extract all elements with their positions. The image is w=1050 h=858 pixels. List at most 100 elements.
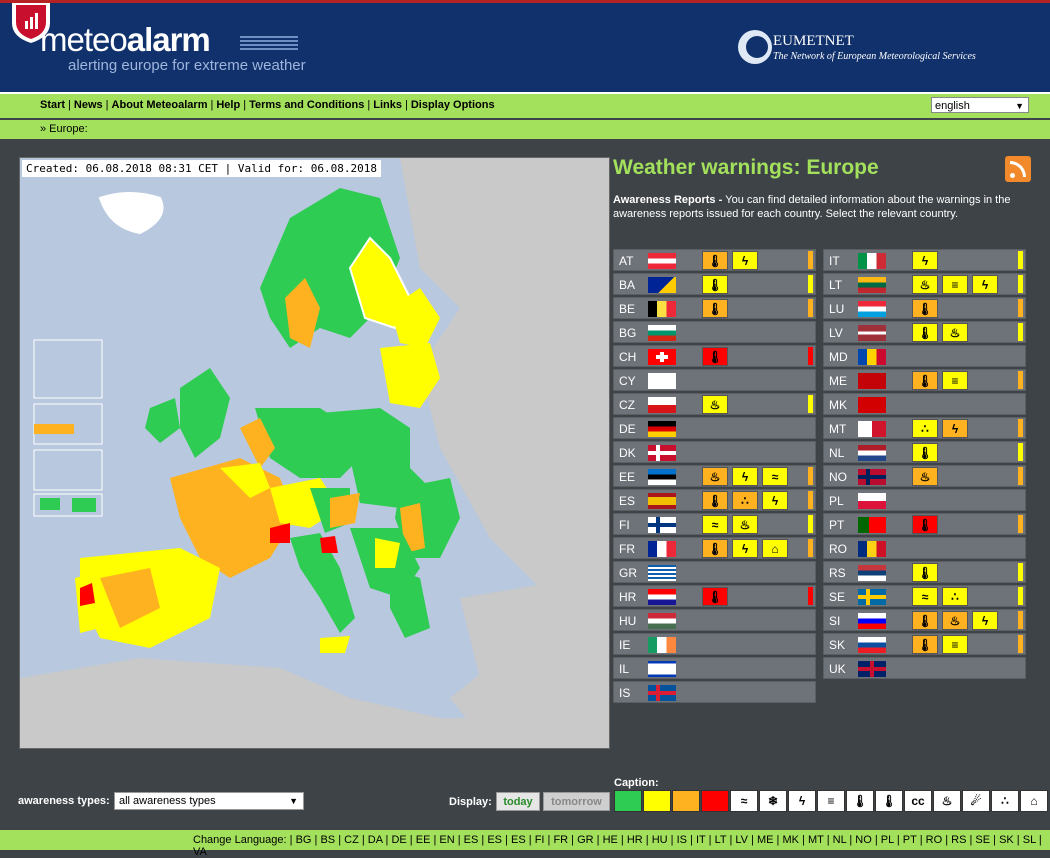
country-row-lt[interactable]: LT ♨ ≡ ϟ bbox=[823, 273, 1026, 295]
country-row-rs[interactable]: RS 🌡 bbox=[823, 561, 1026, 583]
warning-icon[interactable]: 🌡 bbox=[912, 515, 938, 534]
country-row-es[interactable]: ES 🌡 ∴ ϟ bbox=[613, 489, 816, 511]
warning-icon[interactable]: ≡ bbox=[942, 275, 968, 294]
today-button[interactable]: today bbox=[496, 792, 540, 811]
logo-text[interactable]: meteoalarm bbox=[40, 22, 211, 58]
country-row-cy[interactable]: CY bbox=[613, 369, 816, 391]
language-link[interactable]: FI bbox=[535, 834, 545, 846]
country-row-si[interactable]: SI 🌡 ♨ ϟ bbox=[823, 609, 1026, 631]
warning-icon[interactable]: 🌡 bbox=[702, 539, 728, 558]
country-row-mk[interactable]: MK bbox=[823, 393, 1026, 415]
country-row-be[interactable]: BE 🌡 bbox=[613, 297, 816, 319]
country-row-hr[interactable]: HR 🌡 bbox=[613, 585, 816, 607]
country-row-pl[interactable]: PL bbox=[823, 489, 1026, 511]
country-row-sk[interactable]: SK 🌡 ≡ bbox=[823, 633, 1026, 655]
language-link[interactable]: RS bbox=[951, 834, 966, 846]
warning-icon[interactable]: ≡ bbox=[942, 635, 968, 654]
nav-links[interactable]: Links bbox=[373, 99, 402, 111]
language-link[interactable]: RO bbox=[926, 834, 943, 846]
warning-icon[interactable]: 🌡 bbox=[702, 275, 728, 294]
language-link[interactable]: BS bbox=[320, 834, 335, 846]
nav-news[interactable]: News bbox=[74, 99, 103, 111]
language-link[interactable]: DE bbox=[391, 834, 406, 846]
warning-icon[interactable]: 🌡 bbox=[912, 299, 938, 318]
awareness-types-select[interactable]: all awareness types ▼ bbox=[114, 792, 304, 810]
country-row-gr[interactable]: GR bbox=[613, 561, 816, 583]
language-link[interactable]: SE bbox=[975, 834, 990, 846]
nav-about[interactable]: About Meteoalarm bbox=[112, 99, 208, 111]
language-link[interactable]: IT bbox=[696, 834, 706, 846]
warning-icon[interactable]: ϟ bbox=[972, 611, 998, 630]
country-row-at[interactable]: AT 🌡 ϟ bbox=[613, 249, 816, 271]
country-row-ro[interactable]: RO bbox=[823, 537, 1026, 559]
warning-icon[interactable]: ϟ bbox=[912, 251, 938, 270]
language-link[interactable]: EE bbox=[416, 834, 431, 846]
country-row-nl[interactable]: NL 🌡 bbox=[823, 441, 1026, 463]
language-select[interactable]: english ▼ bbox=[931, 97, 1029, 113]
country-row-lv[interactable]: LV 🌡 ♨ bbox=[823, 321, 1026, 343]
warning-icon[interactable]: ♨ bbox=[732, 515, 758, 534]
warning-icon[interactable]: 🌡 bbox=[702, 491, 728, 510]
warning-icon[interactable]: ϟ bbox=[732, 251, 758, 270]
warning-icon[interactable]: ∴ bbox=[912, 419, 938, 438]
country-row-se[interactable]: SE ≈ ∴ bbox=[823, 585, 1026, 607]
warning-icon[interactable]: ♨ bbox=[942, 323, 968, 342]
country-row-lu[interactable]: LU 🌡 bbox=[823, 297, 1026, 319]
rss-icon[interactable] bbox=[1005, 156, 1031, 182]
warning-icon[interactable]: 🌡 bbox=[912, 563, 938, 582]
country-row-dk[interactable]: DK bbox=[613, 441, 816, 463]
warning-icon[interactable]: ϟ bbox=[942, 419, 968, 438]
language-link[interactable]: NO bbox=[855, 834, 872, 846]
warning-icon[interactable]: ♨ bbox=[912, 275, 938, 294]
warning-icon[interactable]: ♨ bbox=[702, 395, 728, 414]
warning-icon[interactable]: ♨ bbox=[942, 611, 968, 630]
language-link[interactable]: CZ bbox=[344, 834, 359, 846]
warning-icon[interactable]: ♨ bbox=[912, 467, 938, 486]
nav-help[interactable]: Help bbox=[216, 99, 240, 111]
language-link[interactable]: ES bbox=[511, 834, 526, 846]
warning-icon[interactable]: 🌡 bbox=[702, 251, 728, 270]
warning-icon[interactable]: ≈ bbox=[912, 587, 938, 606]
warning-icon[interactable]: ♨ bbox=[702, 467, 728, 486]
warning-icon[interactable]: 🌡 bbox=[912, 371, 938, 390]
warning-icon[interactable]: ∴ bbox=[942, 587, 968, 606]
language-link[interactable]: ES bbox=[464, 834, 479, 846]
language-link[interactable]: LV bbox=[735, 834, 748, 846]
language-link[interactable]: GR bbox=[577, 834, 594, 846]
language-link[interactable]: VA bbox=[193, 846, 207, 858]
partner-title[interactable]: EUMETNET bbox=[773, 33, 854, 50]
country-row-fi[interactable]: FI ≈ ♨ bbox=[613, 513, 816, 535]
language-link[interactable]: PL bbox=[881, 834, 894, 846]
language-link[interactable]: BG bbox=[296, 834, 312, 846]
language-link[interactable]: MT bbox=[808, 834, 824, 846]
language-link[interactable]: HR bbox=[627, 834, 643, 846]
warning-icon[interactable]: 🌡 bbox=[912, 323, 938, 342]
language-link[interactable]: MK bbox=[782, 834, 799, 846]
warning-icon[interactable]: 🌡 bbox=[702, 587, 728, 606]
warning-icon[interactable]: 🌡 bbox=[912, 635, 938, 654]
country-row-uk[interactable]: UK bbox=[823, 657, 1026, 679]
warning-icon[interactable]: 🌡 bbox=[912, 611, 938, 630]
language-link[interactable]: SL bbox=[1023, 834, 1036, 846]
language-link[interactable]: FR bbox=[553, 834, 568, 846]
country-row-is[interactable]: IS bbox=[613, 681, 816, 703]
country-row-pt[interactable]: PT 🌡 bbox=[823, 513, 1026, 535]
country-row-ba[interactable]: BA 🌡 bbox=[613, 273, 816, 295]
country-row-md[interactable]: MD bbox=[823, 345, 1026, 367]
country-row-bg[interactable]: BG bbox=[613, 321, 816, 343]
warning-icon[interactable]: ϟ bbox=[732, 539, 758, 558]
warning-icon[interactable]: ≈ bbox=[762, 467, 788, 486]
nav-display-options[interactable]: Display Options bbox=[411, 99, 495, 111]
country-row-ee[interactable]: EE ♨ ϟ ≈ bbox=[613, 465, 816, 487]
language-link[interactable]: HE bbox=[603, 834, 618, 846]
language-link[interactable]: PT bbox=[903, 834, 917, 846]
warning-icon[interactable]: ⌂ bbox=[762, 539, 788, 558]
language-link[interactable]: ES bbox=[487, 834, 502, 846]
country-row-hu[interactable]: HU bbox=[613, 609, 816, 631]
warning-icon[interactable]: ϟ bbox=[972, 275, 998, 294]
warning-icon[interactable]: ϟ bbox=[762, 491, 788, 510]
tomorrow-button[interactable]: tomorrow bbox=[543, 792, 610, 811]
country-row-it[interactable]: IT ϟ bbox=[823, 249, 1026, 271]
europe-warning-map[interactable]: Created: 06.08.2018 08:31 CET | Valid fo… bbox=[19, 157, 610, 749]
country-row-me[interactable]: ME 🌡 ≡ bbox=[823, 369, 1026, 391]
